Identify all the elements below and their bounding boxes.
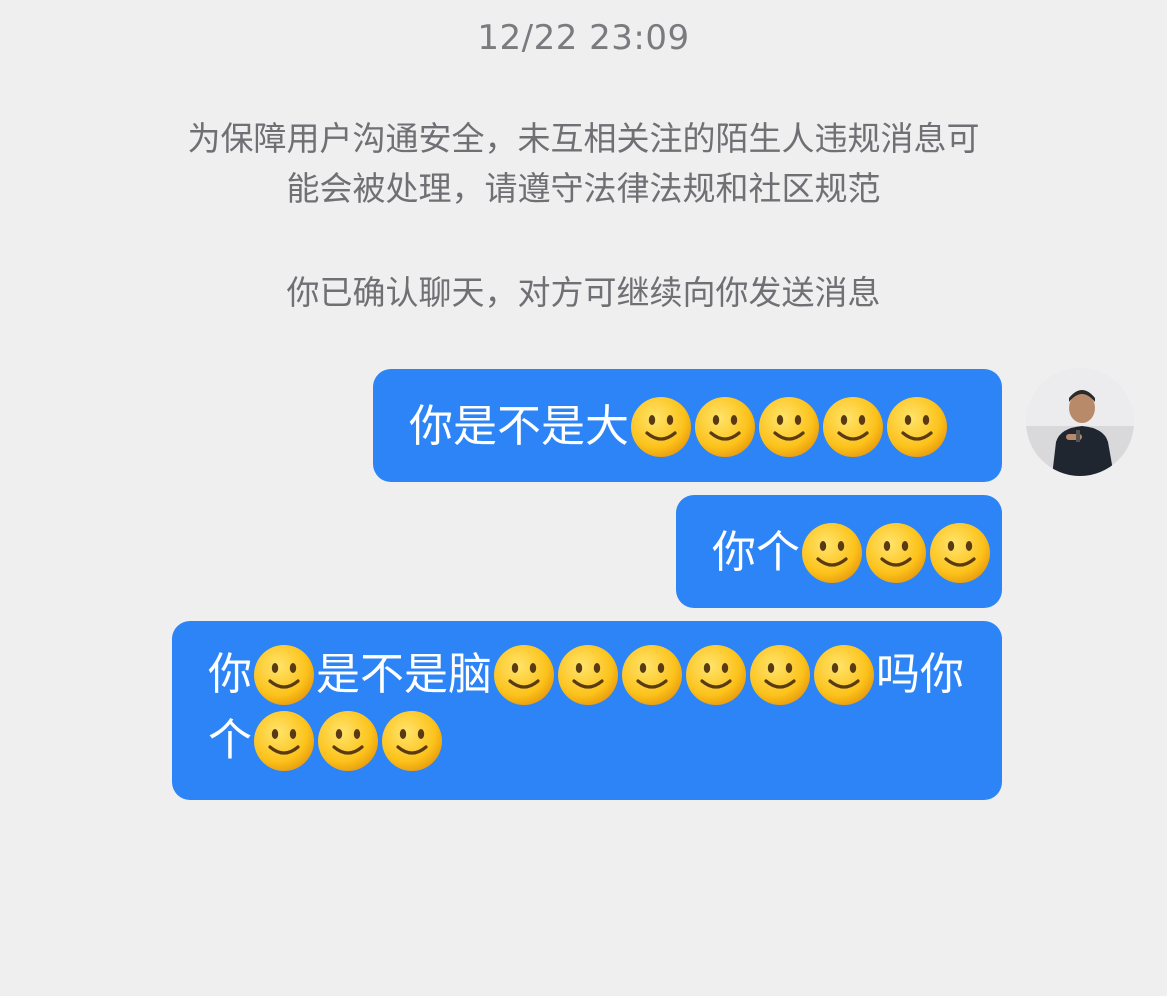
user-avatar-photo: [1026, 368, 1134, 476]
slightly-smiling-face-icon: [380, 709, 444, 773]
slightly-smiling-face-icon: [885, 395, 949, 459]
message-2-line: 你个: [712, 519, 1002, 583]
message-bubble-2[interactable]: 你个: [676, 495, 1002, 608]
avatar[interactable]: [1026, 368, 1134, 476]
slightly-smiling-face-icon: [821, 395, 885, 459]
message-2-emojis: [800, 523, 992, 583]
slightly-smiling-face-icon: [492, 643, 556, 707]
safety-notice-line-2: 能会被处理，请遵守法律法规和社区规范: [286, 169, 881, 208]
message-1-line: 你是不是大: [409, 393, 1002, 457]
slightly-smiling-face-icon: [812, 643, 876, 707]
message-3-segment: 是不是脑: [316, 649, 492, 700]
message-3-emojis-b: [492, 645, 876, 705]
slightly-smiling-face-icon: [252, 709, 316, 773]
slightly-smiling-face-icon: [556, 643, 620, 707]
slightly-smiling-face-icon: [800, 521, 864, 585]
message-1-emojis: [629, 397, 949, 457]
chat-confirmed-notice: 你已确认聊天，对方可继续向你发送消息: [286, 273, 881, 312]
message-3-segment: 你: [208, 649, 252, 700]
slightly-smiling-face-icon: [757, 395, 821, 459]
message-2-text: 你个: [712, 527, 800, 578]
slightly-smiling-face-icon: [629, 395, 693, 459]
message-3-emojis-a: [252, 645, 316, 705]
message-1-text: 你是不是大: [409, 401, 629, 452]
safety-notice-line-1: 为保障用户沟通安全，未互相关注的陌生人违规消息可: [187, 119, 980, 158]
slightly-smiling-face-icon: [748, 643, 812, 707]
message-3-line-2: 个: [208, 707, 1002, 773]
safety-notice: 为保障用户沟通安全，未互相关注的陌生人违规消息可 能会被处理，请遵守法律法规和社…: [0, 114, 1167, 214]
chat-timestamp: 12/22 23:09: [477, 18, 690, 58]
message-3-emojis-c: [252, 711, 444, 771]
message-3-segment: 个: [208, 715, 252, 766]
slightly-smiling-face-icon: [684, 643, 748, 707]
slightly-smiling-face-icon: [252, 643, 316, 707]
message-3-segment: 吗你: [876, 649, 964, 700]
slightly-smiling-face-icon: [316, 709, 380, 773]
slightly-smiling-face-icon: [693, 395, 757, 459]
slightly-smiling-face-icon: [864, 521, 928, 585]
slightly-smiling-face-icon: [620, 643, 684, 707]
message-3-line-1: 你 是不是脑 吗你: [208, 641, 1002, 707]
message-bubble-3[interactable]: 你 是不是脑 吗你 个: [172, 621, 1002, 800]
slightly-smiling-face-icon: [928, 521, 992, 585]
message-bubble-1[interactable]: 你是不是大: [373, 369, 1002, 482]
